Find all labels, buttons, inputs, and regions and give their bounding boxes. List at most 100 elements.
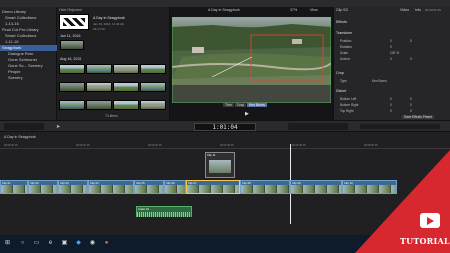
zoom-level[interactable]: 37% bbox=[290, 8, 297, 12]
anchor-label: Anchor bbox=[340, 57, 351, 61]
search-icon[interactable]: ○ bbox=[19, 240, 26, 247]
clip-thumbnail[interactable] bbox=[60, 40, 84, 50]
timeline-clip[interactable]: Clip 09 bbox=[290, 180, 342, 194]
anchor-x[interactable]: 0 bbox=[390, 57, 392, 61]
date-group-header[interactable]: Aug 16, 2015 bbox=[60, 57, 81, 61]
ruler-mark: 00:00:20:00 bbox=[148, 144, 162, 147]
position-x[interactable]: 0 bbox=[390, 39, 392, 43]
position-y[interactable]: 0 bbox=[410, 39, 412, 43]
scale-label: Scale bbox=[340, 51, 348, 55]
project-title: A Day in Seagphork bbox=[93, 16, 125, 20]
inspector-duration: 00:00:01:05 bbox=[425, 8, 441, 12]
clip-thumbnail[interactable] bbox=[113, 82, 139, 92]
library-item[interactable]: Scenery bbox=[8, 75, 23, 81]
bottom-right-label: Bottom Right bbox=[340, 103, 359, 107]
timeline-clip[interactable]: Clip 10 bbox=[342, 180, 397, 194]
inspector-tab-video[interactable]: Video bbox=[400, 8, 409, 12]
libraries-sidebar: Demo Library Smart Collections 1-14-16 F… bbox=[0, 7, 58, 120]
audio-tool-buttons[interactable] bbox=[288, 123, 348, 130]
timeline-project-label: A Day in Seagphork bbox=[4, 135, 36, 139]
audio-clip[interactable]: Audio 01 bbox=[136, 206, 192, 217]
clip-thumbnail[interactable] bbox=[59, 64, 85, 74]
clip-thumbnail[interactable] bbox=[140, 100, 166, 110]
clip-thumbnail[interactable] bbox=[140, 64, 166, 74]
visual-studio-icon[interactable]: ◆ bbox=[75, 240, 82, 247]
rotation-value[interactable]: 0 bbox=[390, 45, 392, 49]
project-date: Jan 19, 2016, 11:43 AM bbox=[93, 22, 125, 26]
connected-clip[interactable]: Clip 11 bbox=[205, 152, 235, 178]
timeline-toolbar: ➤ 1:01:04 bbox=[0, 120, 450, 132]
timeline-clip[interactable]: Clip 03 bbox=[58, 180, 88, 194]
timeline-clip[interactable]: Clip 06 bbox=[164, 180, 186, 194]
rotation-label: Rotation bbox=[340, 45, 352, 49]
project-thumbnail[interactable] bbox=[59, 14, 89, 30]
clip-thumbnail[interactable] bbox=[140, 82, 166, 92]
clip-thumbnail[interactable] bbox=[113, 100, 139, 110]
tutorial-label: TUTORIAL bbox=[400, 236, 450, 246]
clip-thumbnail[interactable] bbox=[113, 64, 139, 74]
play-icon[interactable]: ▶ bbox=[245, 111, 249, 117]
event-browser: Hide Rejected A Day in Seagphork Jan 19,… bbox=[57, 7, 170, 120]
clip-thumbnail[interactable] bbox=[86, 64, 112, 74]
timeline-clip[interactable]: Clip 04 bbox=[88, 180, 134, 194]
bottom-left-y[interactable]: 0 bbox=[410, 97, 412, 101]
crop-type-label: Type bbox=[340, 79, 347, 83]
timeline-clip[interactable]: Clip 02 bbox=[28, 180, 58, 194]
crop-type-value[interactable]: Ken Burns bbox=[372, 79, 387, 83]
viewer-title: A Day in Seagphork bbox=[208, 8, 240, 12]
taskbar-app-icon[interactable]: ◉ bbox=[89, 240, 96, 247]
ruler-mark: 00:00:10:00 bbox=[76, 144, 90, 147]
effects-browser-buttons[interactable] bbox=[360, 124, 440, 129]
bottom-left-label: Bottom Left bbox=[340, 97, 357, 101]
clip-thumbnail[interactable] bbox=[59, 100, 85, 110]
task-view-icon[interactable]: ▭ bbox=[33, 240, 40, 247]
menu-bar bbox=[0, 0, 450, 7]
ruler-mark: 00:00:00:00 bbox=[4, 144, 18, 147]
timecode-display[interactable]: 1:01:04 bbox=[194, 123, 256, 131]
crop-button[interactable]: Crop bbox=[234, 103, 247, 107]
inspector-tab-info[interactable]: Info bbox=[415, 8, 421, 12]
bottom-right-x[interactable]: 0 bbox=[390, 103, 392, 107]
save-effects-preset-button[interactable]: Save Effects Preset bbox=[402, 115, 434, 119]
taskbar-app-icon[interactable]: ● bbox=[103, 240, 110, 247]
effects-section[interactable]: Effects bbox=[336, 20, 347, 24]
position-label: Position bbox=[340, 39, 352, 43]
ruler-mark: 00:00:30:00 bbox=[220, 144, 234, 147]
clip-thumbnail[interactable] bbox=[86, 82, 112, 92]
timeline[interactable]: A Day in Seagphork 00:00:00:00 00:00:10:… bbox=[0, 132, 450, 235]
filter-dropdown[interactable]: Hide Rejected bbox=[59, 8, 82, 12]
top-right-y[interactable]: 0 bbox=[410, 109, 412, 113]
edit-tool-buttons[interactable] bbox=[4, 123, 44, 130]
timeline-clip[interactable]: Clip 08 bbox=[240, 180, 290, 194]
ken-burns-button[interactable]: Ken Burns bbox=[247, 103, 267, 107]
ruler-mark: 00:00:50:00 bbox=[364, 144, 378, 147]
top-right-x[interactable]: 0 bbox=[390, 109, 392, 113]
top-right-label: Top Right bbox=[340, 109, 354, 113]
file-explorer-icon[interactable]: ▣ bbox=[61, 240, 68, 247]
scale-value[interactable]: 100 % bbox=[390, 51, 399, 55]
timeline-ruler[interactable]: 00:00:00:00 00:00:10:00 00:00:20:00 00:0… bbox=[0, 144, 450, 149]
edge-browser-icon[interactable]: e bbox=[47, 240, 54, 247]
transform-section[interactable]: Transform bbox=[336, 31, 352, 35]
crop-mode-buttons: Trim Crop Ken Burns bbox=[223, 103, 267, 107]
inspector-clip-name: Clip 0/2 bbox=[336, 8, 349, 12]
browser-item-count: 74 items bbox=[105, 114, 118, 118]
timeline-clip[interactable]: Clip 01 bbox=[0, 180, 28, 194]
windows-start-icon[interactable]: ⊞ bbox=[4, 240, 11, 247]
clip-thumbnail[interactable] bbox=[59, 82, 85, 92]
select-tool-icon[interactable]: ➤ bbox=[56, 124, 60, 130]
bottom-left-x[interactable]: 0 bbox=[390, 97, 392, 101]
date-group-header[interactable]: Jan 11, 2016 bbox=[60, 34, 81, 38]
anchor-y[interactable]: 0 bbox=[410, 57, 412, 61]
timeline-clip[interactable]: Clip 05 bbox=[134, 180, 164, 194]
crop-section[interactable]: Crop bbox=[336, 71, 344, 75]
clip-thumbnail[interactable] bbox=[86, 100, 112, 110]
timeline-clip-selected[interactable]: Clip 07 bbox=[186, 180, 240, 194]
distort-section[interactable]: Distort bbox=[336, 89, 346, 93]
view-menu[interactable]: View bbox=[310, 8, 318, 12]
viewer-video-frame[interactable] bbox=[172, 17, 331, 103]
trim-button[interactable]: Trim bbox=[223, 103, 234, 107]
bottom-right-y[interactable]: 0 bbox=[410, 103, 412, 107]
ruler-mark: 00:00:40:00 bbox=[292, 144, 306, 147]
project-length: 01:17:33 bbox=[93, 27, 105, 31]
